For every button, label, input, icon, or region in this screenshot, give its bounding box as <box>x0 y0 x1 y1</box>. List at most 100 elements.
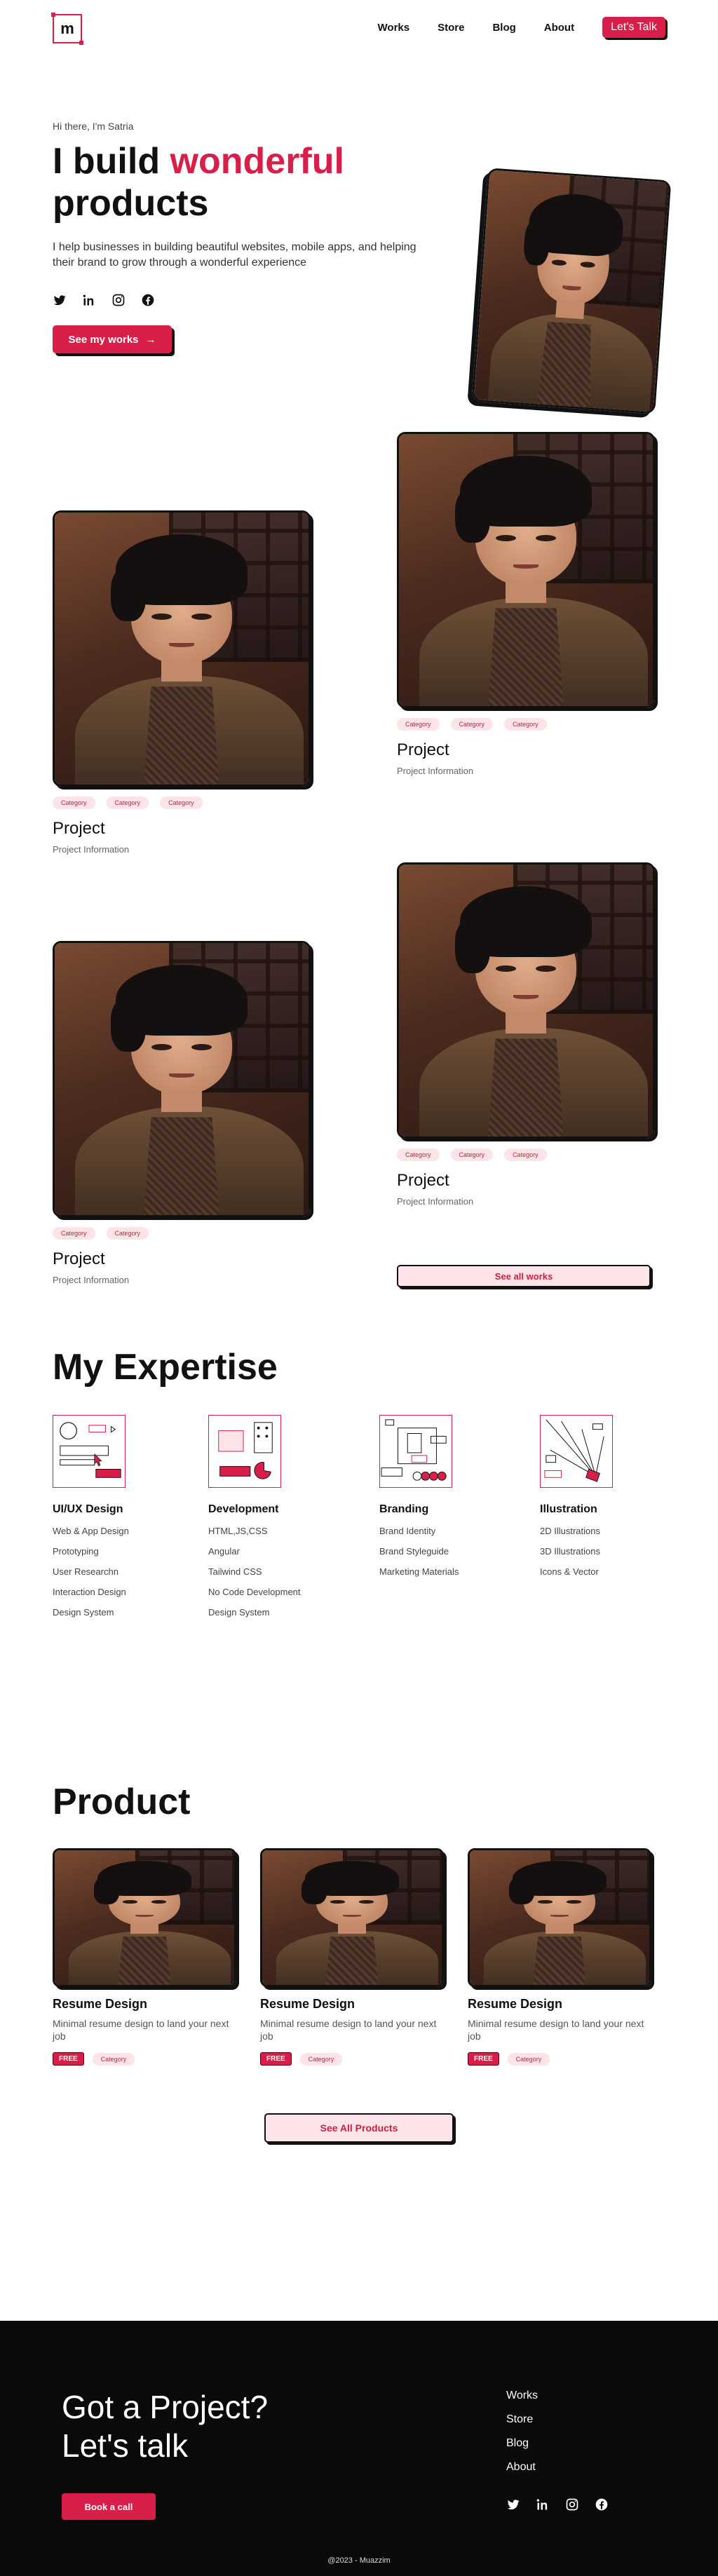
book-a-call-button[interactable]: Book a call <box>62 2493 156 2520</box>
category-tag[interactable]: Category <box>106 1227 149 1240</box>
category-tag[interactable]: Category <box>299 2052 343 2066</box>
category-tag[interactable]: Category <box>504 1148 547 1161</box>
product-card[interactable]: Resume Design Minimal resume design to l… <box>468 1848 651 2066</box>
expertise-item: Web & App Design <box>53 1526 129 1536</box>
instagram-icon[interactable] <box>565 2497 579 2515</box>
project-title: Project <box>397 740 449 759</box>
see-my-works-label: See my works <box>68 333 139 346</box>
project-tags: Category Category Category <box>397 718 655 731</box>
product-card[interactable]: Resume Design Minimal resume design to l… <box>260 1848 444 2066</box>
linkedin-icon[interactable] <box>82 293 96 307</box>
free-badge: FREE <box>468 2052 499 2066</box>
project-tags: Category Category Category <box>53 796 311 809</box>
footer-link-works[interactable]: Works <box>506 2389 538 2402</box>
expertise-item: No Code Development <box>208 1587 301 1597</box>
nav-link-store[interactable]: Store <box>438 22 464 34</box>
product-tags: FREE Category <box>53 2052 236 2066</box>
hero-title-part1: I build <box>53 141 170 182</box>
category-tag[interactable]: Category <box>504 718 547 731</box>
expertise-column-uiux: UI/UX Design Web & App Design Prototypin… <box>53 1415 207 1618</box>
category-tag[interactable]: Category <box>507 2052 550 2066</box>
hero-portrait-image <box>471 168 672 414</box>
project-card[interactable]: Category Category Project Project Inform… <box>53 941 311 1285</box>
footer-link-about[interactable]: About <box>506 2461 538 2474</box>
category-tag[interactable]: Category <box>450 1148 494 1161</box>
hero-greeting: Hi there, I'm Satria <box>53 121 134 132</box>
category-tag[interactable]: Category <box>160 796 203 809</box>
footer-link-blog[interactable]: Blog <box>506 2437 538 2450</box>
logo-letter: m <box>60 20 74 37</box>
illustration-illustration-icon <box>540 1415 613 1488</box>
nav-link-works[interactable]: Works <box>378 22 410 34</box>
facebook-icon[interactable] <box>595 2497 609 2515</box>
nav-link-blog[interactable]: Blog <box>492 22 515 34</box>
hero-title: I build wonderful products <box>53 140 417 225</box>
project-info: Project Information <box>397 766 474 776</box>
expertise-name: Illustration <box>540 1503 597 1515</box>
twitter-icon[interactable] <box>506 2497 520 2515</box>
see-all-products-button[interactable]: See All Products <box>264 2113 454 2143</box>
product-image <box>468 1848 651 1987</box>
see-all-works-button[interactable]: See all works <box>397 1265 651 1287</box>
expertise-item: Angular <box>208 1546 240 1557</box>
see-my-works-button[interactable]: See my works → <box>53 325 172 353</box>
expertise-item: HTML,JS,CSS <box>208 1526 268 1536</box>
expertise-item: Interaction Design <box>53 1587 126 1597</box>
hero-socials <box>53 293 155 307</box>
uiux-illustration-icon <box>53 1415 126 1488</box>
product-description: Minimal resume design to land your next … <box>468 2018 644 2042</box>
hero-description: I help businesses in building beautiful … <box>53 241 416 269</box>
product-description: Minimal resume design to land your next … <box>53 2018 229 2042</box>
expertise-name: Branding <box>379 1503 429 1515</box>
category-tag[interactable]: Category <box>397 1148 440 1161</box>
category-tag[interactable]: Category <box>397 718 440 731</box>
expertise-column-branding: Branding Brand Identity Brand Styleguide… <box>379 1415 534 1577</box>
products-section: Product Resume Design Minimal resume des… <box>0 1781 718 2321</box>
project-info: Project Information <box>397 1196 474 1207</box>
linkedin-icon[interactable] <box>536 2497 550 2515</box>
project-image <box>53 941 311 1217</box>
nav-links: Works Store Blog About Let's Talk <box>378 17 665 38</box>
navbar: m Works Store Blog About Let's Talk <box>0 0 718 56</box>
category-tag[interactable]: Category <box>53 1227 95 1240</box>
category-tag[interactable]: Category <box>106 796 149 809</box>
expertise-name: UI/UX Design <box>53 1503 123 1515</box>
footer-links: Works Store Blog About <box>506 2389 538 2485</box>
category-tag[interactable]: Category <box>450 718 494 731</box>
product-title: Resume Design <box>53 1997 148 2011</box>
product-title: Resume Design <box>468 1997 563 2011</box>
instagram-icon[interactable] <box>111 293 126 307</box>
hero-section: Hi there, I'm Satria I build wonderful p… <box>0 56 718 414</box>
footer-heading-line2: Let's talk <box>62 2427 189 2465</box>
project-card[interactable]: Category Category Category Project Proje… <box>397 862 655 1207</box>
expertise-item: Design System <box>208 1607 270 1618</box>
product-tags: FREE Category <box>260 2052 444 2066</box>
project-tags: Category Category <box>53 1227 311 1240</box>
logo[interactable]: m <box>51 13 83 45</box>
category-tag[interactable]: Category <box>53 796 95 809</box>
expertise-item: User Researchn <box>53 1566 118 1577</box>
category-tag[interactable]: Category <box>92 2052 135 2066</box>
project-card[interactable]: Category Category Category Project Proje… <box>397 432 655 776</box>
hero-title-accent: wonderful <box>170 141 344 182</box>
footer-link-store[interactable]: Store <box>506 2413 538 2426</box>
branding-illustration-icon <box>379 1415 452 1488</box>
expertise-name: Development <box>208 1503 279 1515</box>
project-title: Project <box>53 1249 105 1268</box>
project-title: Project <box>397 1171 449 1190</box>
arrow-right-icon: → <box>145 333 156 346</box>
facebook-icon[interactable] <box>141 293 155 307</box>
footer-heading: Got a Project? Let's talk <box>62 2388 356 2465</box>
product-card[interactable]: Resume Design Minimal resume design to l… <box>53 1848 236 2066</box>
expertise-section: My Expertise UI/UX Design Web & App Desi… <box>0 1346 718 1781</box>
development-illustration-icon <box>208 1415 281 1488</box>
products-title: Product <box>53 1782 191 1822</box>
expertise-item: Marketing Materials <box>379 1566 459 1577</box>
nav-link-about[interactable]: About <box>544 22 574 34</box>
twitter-icon[interactable] <box>53 293 67 307</box>
project-card[interactable]: Category Category Category Project Proje… <box>53 510 311 855</box>
expertise-item: Brand Identity <box>379 1526 436 1536</box>
lets-talk-button[interactable]: Let's Talk <box>602 17 665 38</box>
expertise-item: 3D Illustrations <box>540 1546 600 1557</box>
expertise-column-illustration: Illustration 2D Illustrations 3D Illustr… <box>540 1415 694 1577</box>
